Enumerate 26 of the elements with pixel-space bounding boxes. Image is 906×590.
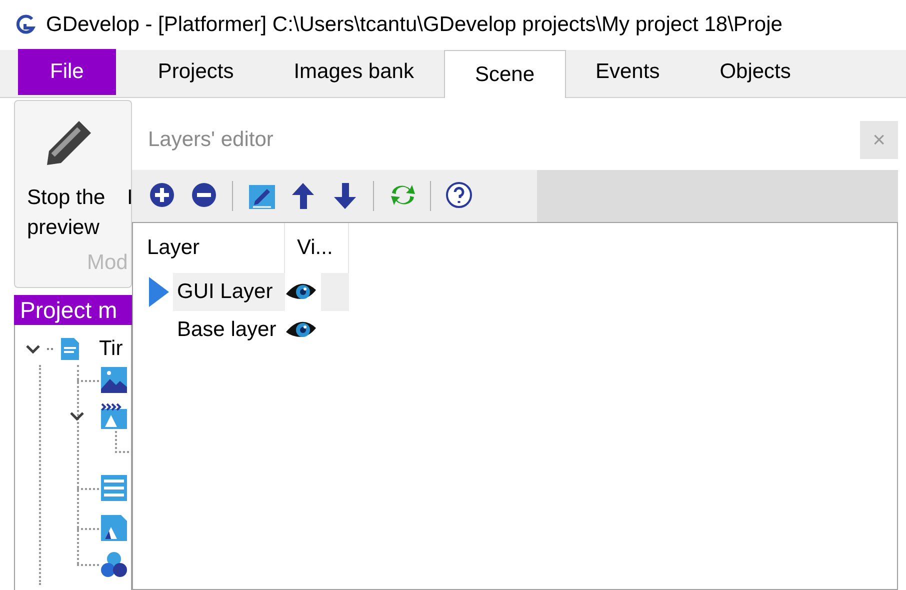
ribbon-group-label: Mod: [87, 250, 128, 276]
tab[interactable]: Images bank: [264, 49, 444, 95]
project-manager-title: Project m: [14, 295, 132, 325]
ribbon-button-label: I: [127, 185, 133, 211]
window-title: GDevelop - [Platformer] C:\Users\tcantu\GDevelop projects\My project 18\Proje: [46, 12, 782, 38]
layer-name-cell[interactable]: Base layer: [173, 311, 285, 349]
tree-item-label[interactable]: Tir: [99, 333, 123, 364]
scene-icon: [101, 403, 127, 429]
image-icon: [101, 367, 127, 393]
tree-connector-line: [115, 431, 129, 453]
tab[interactable]: Objects: [690, 49, 821, 95]
arrow-down-button[interactable]: [331, 181, 359, 211]
list-icon: [101, 475, 127, 501]
tab[interactable]: Projects: [128, 49, 264, 95]
document-icon: [59, 336, 81, 362]
app-logo-icon: [14, 14, 36, 36]
tab[interactable]: Scene: [444, 50, 566, 98]
panel-title: Layers' editor: [148, 127, 274, 154]
layer-name-cell[interactable]: GUI Layer: [173, 273, 285, 311]
help-button[interactable]: [445, 181, 473, 211]
arrow-up-button[interactable]: [289, 181, 317, 211]
group-icon: [101, 551, 127, 577]
object-icon: [101, 515, 127, 541]
file-menu-tab[interactable]: File: [18, 49, 116, 95]
stop-preview-button[interactable]: Stop the preview: [27, 183, 119, 243]
tab[interactable]: Events: [566, 49, 690, 95]
